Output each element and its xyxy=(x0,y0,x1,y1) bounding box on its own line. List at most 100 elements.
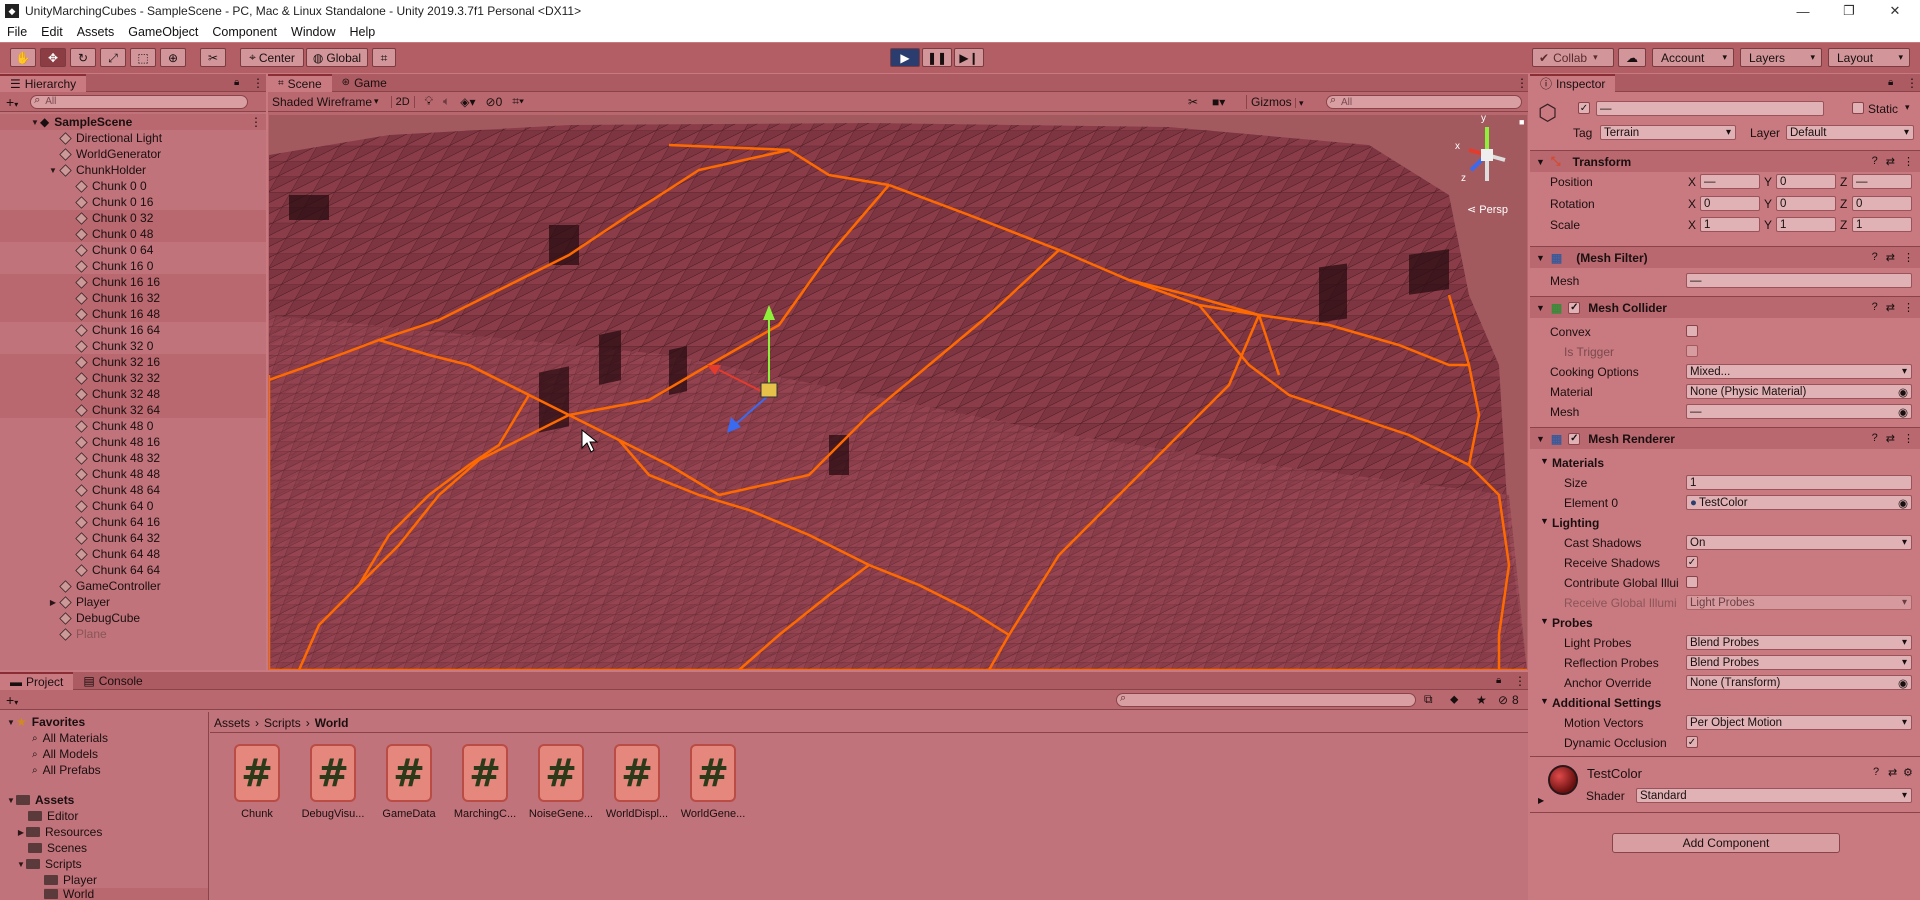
additional-settings-section[interactable]: Additional Settings xyxy=(1552,696,1661,710)
project-search-input[interactable] xyxy=(1116,692,1416,707)
position-z-field[interactable]: — xyxy=(1852,174,1912,189)
hierarchy-item[interactable]: Chunk 48 32 xyxy=(0,450,266,466)
hierarchy-item[interactable]: Chunk 16 0 xyxy=(0,258,266,274)
help-icon[interactable]: ? xyxy=(1873,766,1879,778)
collider-material-field[interactable]: None (Physic Material) ◉ xyxy=(1686,384,1912,399)
contribute-gi-checkbox[interactable] xyxy=(1686,576,1698,588)
hierarchy-item[interactable]: Chunk 32 64 xyxy=(0,402,266,418)
hierarchy-item[interactable]: Plane xyxy=(0,626,266,642)
material-element0-field[interactable]: ● TestColor ◉ xyxy=(1686,495,1912,510)
effects-toggle-icon[interactable]: ◈▾ xyxy=(460,95,475,109)
gameobject-name-field[interactable]: — xyxy=(1596,101,1824,116)
mesh-renderer-header[interactable]: ▼ ▦ ✓ Mesh Renderer ? ⇄ ⋮ xyxy=(1530,427,1920,449)
hierarchy-item[interactable]: Chunk 64 16 xyxy=(0,514,266,530)
object-picker-icon[interactable]: ◉ xyxy=(1898,676,1908,690)
help-icon[interactable]: ? xyxy=(1872,155,1878,168)
kebab-menu-icon[interactable]: ⋮ xyxy=(1903,301,1914,314)
layer-dropdown[interactable]: Default xyxy=(1786,125,1914,140)
chevron-down-icon[interactable]: ▼ xyxy=(1540,616,1549,626)
script-asset[interactable]: # Chunk xyxy=(222,744,292,820)
motion-vectors-dropdown[interactable]: Per Object Motion xyxy=(1686,715,1912,730)
kebab-menu-icon[interactable]: ⋮ xyxy=(1903,432,1914,445)
lock-icon[interactable]: ■ xyxy=(1519,117,1524,127)
hierarchy-item[interactable]: Chunk 64 0 xyxy=(0,498,266,514)
object-picker-icon[interactable]: ◉ xyxy=(1898,405,1908,419)
account-dropdown[interactable]: Account ▾ xyxy=(1652,48,1734,67)
scale-z-field[interactable]: 1 xyxy=(1852,217,1912,232)
lighting-section[interactable]: Lighting xyxy=(1552,516,1599,530)
chevron-down-icon[interactable]: ▼ xyxy=(1540,696,1549,706)
rotation-z-field[interactable]: 0 xyxy=(1852,196,1912,211)
cast-shadows-dropdown[interactable]: On xyxy=(1686,535,1912,550)
kebab-menu-icon[interactable]: ⋮ xyxy=(252,76,264,90)
hierarchy-item[interactable]: ▶ Player xyxy=(0,594,266,610)
kebab-menu-icon[interactable]: ⋮ xyxy=(1516,76,1528,90)
step-button[interactable]: ▶❙ xyxy=(954,48,984,67)
script-asset[interactable]: # MarchingC... xyxy=(450,744,520,820)
object-picker-icon[interactable]: ◉ xyxy=(1898,385,1908,399)
persp-toggle[interactable]: ⋖ Persp xyxy=(1467,203,1508,216)
light-probes-dropdown[interactable]: Blend Probes xyxy=(1686,635,1912,650)
hierarchy-item[interactable]: Chunk 0 16 xyxy=(0,194,266,210)
script-asset[interactable]: # WorldDispl... xyxy=(602,744,672,820)
rotate-tool-button[interactable]: ↻ xyxy=(70,48,96,67)
move-tool-button[interactable]: ✥ xyxy=(40,48,66,67)
menu-window[interactable]: Window xyxy=(284,25,342,39)
layers-dropdown[interactable]: Layers ▾ xyxy=(1740,48,1822,67)
convex-checkbox[interactable] xyxy=(1686,325,1698,337)
breadcrumb-world[interactable]: World xyxy=(315,716,349,730)
breadcrumb-scripts[interactable]: Scripts xyxy=(264,716,301,730)
gear-icon[interactable]: ⚙ xyxy=(1903,766,1913,779)
favorite-all-prefabs[interactable]: ⌕ All Prefabs xyxy=(32,762,101,778)
folder-scenes[interactable]: Scenes xyxy=(28,840,87,856)
hierarchy-item[interactable]: Chunk 32 48 xyxy=(0,386,266,402)
hierarchy-item[interactable]: Chunk 0 0 xyxy=(0,178,266,194)
kebab-menu-icon[interactable]: ⋮ xyxy=(1514,674,1526,688)
folder-editor[interactable]: Editor xyxy=(28,808,78,824)
rotation-y-field[interactable]: 0 xyxy=(1776,196,1836,211)
search-by-label-icon[interactable]: ⬥ xyxy=(1450,692,1458,707)
collab-button[interactable]: ✔ Collab ▾ xyxy=(1532,48,1614,67)
menu-assets[interactable]: Assets xyxy=(70,25,122,39)
shading-mode-dropdown[interactable]: Shaded Wireframe ▾ xyxy=(272,95,379,109)
hierarchy-item[interactable]: Chunk 0 48 xyxy=(0,226,266,242)
hierarchy-search-input[interactable]: All xyxy=(30,94,249,109)
transform-header[interactable]: ▼ ⤡ Transform ? ⇄ ⋮ xyxy=(1530,150,1920,172)
close-button[interactable]: ✕ xyxy=(1872,0,1918,22)
hierarchy-item[interactable]: Chunk 16 64 xyxy=(0,322,266,338)
orientation-gizmo[interactable]: y x z ■ ⋖ Persp xyxy=(1449,115,1525,225)
tab-game[interactable]: ⊛ Game xyxy=(332,74,397,92)
gizmos-dropdown[interactable]: Gizmos ▾ xyxy=(1246,94,1304,109)
mesh-collider-enabled-checkbox[interactable]: ✓ xyxy=(1568,301,1581,314)
collider-mesh-field[interactable]: — ◉ xyxy=(1686,404,1912,419)
lock-icon[interactable]: 🔒︎ xyxy=(1888,77,1893,88)
hierarchy-item[interactable]: WorldGenerator xyxy=(0,146,266,162)
play-button[interactable]: ▶ xyxy=(890,48,920,67)
transform-tool-button[interactable]: ⊕ xyxy=(160,48,186,67)
lock-icon[interactable]: 🔒︎ xyxy=(1496,675,1501,686)
grid-toggle-icon[interactable]: ⌗▾ xyxy=(512,94,524,109)
kebab-menu-icon[interactable]: ⋮ xyxy=(1903,251,1914,264)
scene-search-input[interactable]: All xyxy=(1326,94,1522,109)
hierarchy-item[interactable]: Chunk 64 48 xyxy=(0,546,266,562)
tab-console[interactable]: ▤ Console xyxy=(73,672,152,690)
preset-icon[interactable]: ⇄ xyxy=(1886,251,1895,264)
hierarchy-item[interactable]: Chunk 16 32 xyxy=(0,290,266,306)
receive-shadows-checkbox[interactable]: ✓ xyxy=(1686,556,1698,568)
active-checkbox[interactable]: ✓ xyxy=(1578,102,1590,114)
2d-toggle[interactable]: 2D xyxy=(390,95,415,108)
scale-tool-button[interactable]: ⤢ xyxy=(100,48,126,67)
search-by-type-icon[interactable]: ⧉ xyxy=(1424,692,1433,707)
hierarchy-item[interactable]: Chunk 32 16 xyxy=(0,354,266,370)
position-x-field[interactable]: — xyxy=(1700,174,1760,189)
plane-handle[interactable] xyxy=(760,382,778,398)
menu-file[interactable]: File xyxy=(0,25,34,39)
static-checkbox[interactable] xyxy=(1852,102,1864,114)
camera-icon[interactable]: ■▾ xyxy=(1212,95,1225,109)
assets-root[interactable]: ▼ Assets xyxy=(6,792,74,808)
lighting-toggle-icon[interactable]: 💡︎ xyxy=(425,94,433,109)
mesh-collider-header[interactable]: ▼ ▦ ✓ Mesh Collider ? ⇄ ⋮ xyxy=(1530,296,1920,318)
custom-tool-button[interactable]: ✂ xyxy=(200,48,226,67)
pause-button[interactable]: ❚❚ xyxy=(922,48,952,67)
folder-resources[interactable]: ▶ Resources xyxy=(16,824,102,840)
